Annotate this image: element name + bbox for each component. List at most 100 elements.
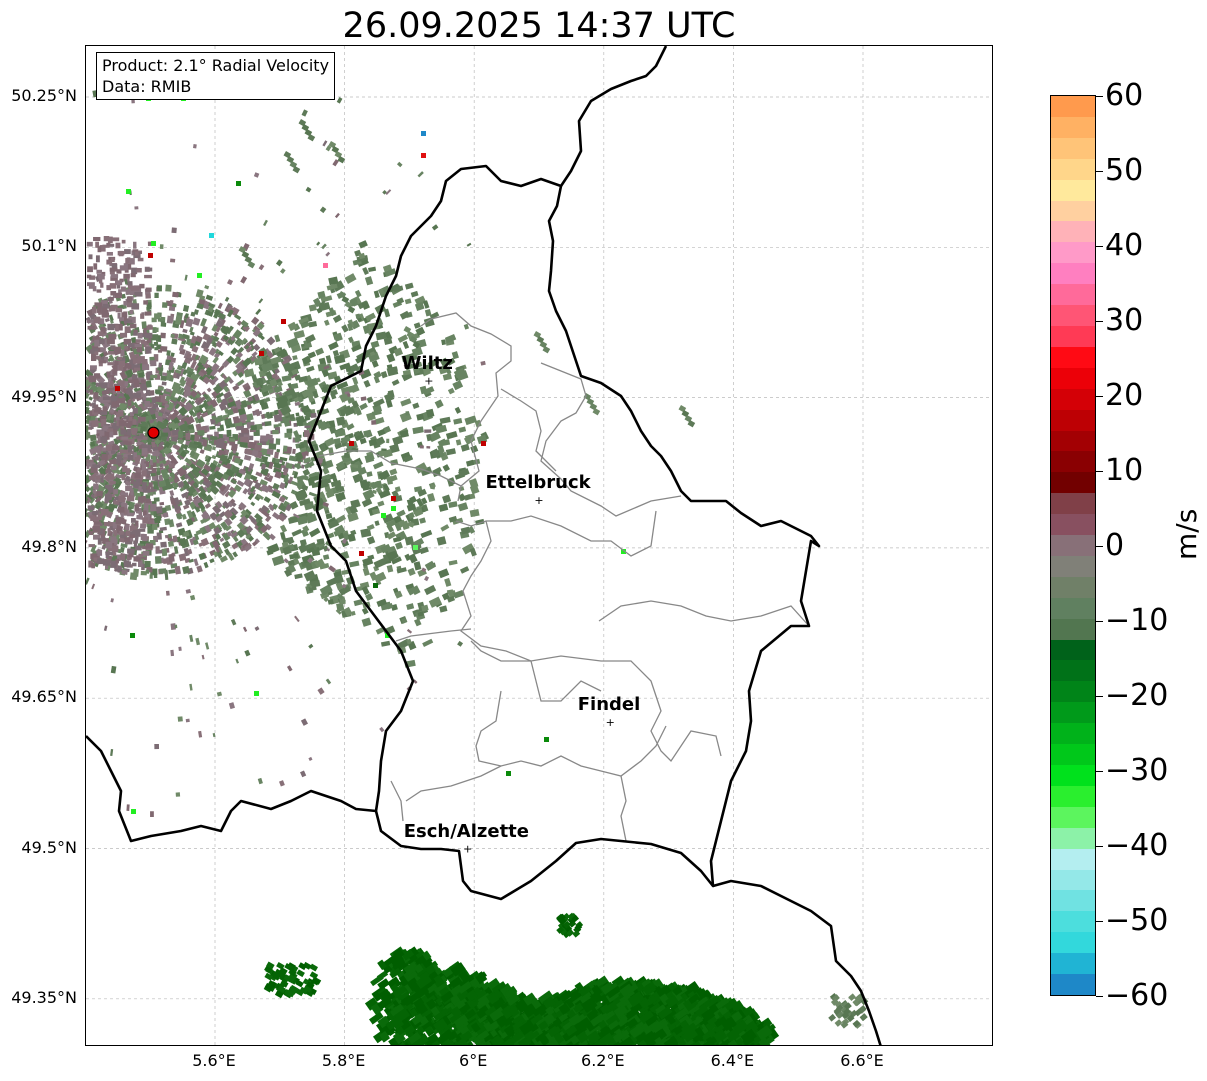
velocity-echo	[431, 224, 439, 231]
velocity-echo	[154, 292, 159, 298]
velocity-echo	[373, 583, 378, 588]
velocity-echo	[127, 428, 132, 436]
velocity-echo	[417, 171, 424, 178]
radar-echo-layer	[86, 56, 869, 1045]
velocity-echo	[506, 771, 511, 776]
velocity-echo	[258, 298, 264, 304]
velocity-echo	[294, 573, 303, 580]
velocity-echo	[123, 300, 128, 306]
velocity-echo	[120, 429, 127, 435]
velocity-echo	[145, 287, 152, 292]
velocity-echo	[113, 489, 118, 495]
velocity-echo	[154, 347, 159, 351]
velocity-echo	[141, 470, 147, 477]
velocity-echo	[336, 97, 343, 104]
velocity-echo	[168, 569, 176, 574]
velocity-echo	[165, 590, 170, 596]
velocity-echo	[123, 273, 130, 279]
velocity-echo	[448, 559, 458, 566]
radar-map[interactable]: + + + + Product: 2.1° Radial Velocity Data:…	[85, 45, 993, 1046]
velocity-echo	[441, 339, 447, 346]
velocity-echo	[112, 545, 119, 552]
velocity-echo	[138, 445, 142, 449]
velocity-echo	[91, 306, 97, 314]
velocity-echo	[107, 428, 111, 432]
velocity-echo	[132, 357, 141, 364]
velocity-echo	[124, 345, 129, 350]
velocity-echo	[226, 429, 232, 437]
velocity-echo	[386, 438, 390, 444]
velocity-echo	[413, 322, 421, 329]
velocity-echo	[413, 561, 422, 571]
velocity-echo	[278, 423, 282, 427]
velocity-echo	[121, 239, 126, 244]
velocity-echo	[128, 379, 134, 384]
velocity-echo	[455, 439, 462, 446]
velocity-echo	[140, 313, 145, 319]
velocity-echo	[209, 233, 214, 238]
velocity-echo	[131, 809, 136, 814]
velocity-echo	[125, 524, 130, 530]
velocity-echo	[126, 319, 133, 323]
velocity-echo	[185, 432, 191, 440]
velocity-echo	[464, 415, 477, 426]
velocity-echo	[332, 314, 343, 324]
velocity-echo	[89, 365, 97, 370]
velocity-echo	[217, 427, 222, 432]
velocity-echo	[453, 417, 463, 425]
velocity-echo	[197, 273, 202, 278]
velocity-echo	[115, 386, 120, 391]
velocity-echo	[160, 332, 166, 339]
velocity-echo	[125, 289, 131, 295]
velocity-echo	[170, 258, 176, 263]
velocity-echo	[292, 448, 296, 455]
velocity-echo	[133, 332, 138, 336]
velocity-echo	[91, 562, 95, 569]
velocity-echo	[123, 415, 129, 420]
velocity-echo	[108, 469, 112, 475]
velocity-echo	[361, 617, 372, 627]
velocity-echo	[126, 296, 132, 303]
velocity-echo	[172, 291, 179, 298]
velocity-echo	[142, 489, 151, 493]
velocity-echo	[308, 643, 314, 649]
velocity-echo	[208, 440, 213, 444]
velocity-echo	[110, 598, 114, 603]
velocity-echo	[381, 448, 387, 451]
velocity-echo	[282, 445, 288, 452]
velocity-echo	[260, 435, 269, 442]
velocity-echo	[96, 269, 103, 274]
velocity-echo	[275, 438, 281, 445]
velocity-echo	[445, 430, 458, 440]
velocity-echo	[280, 268, 286, 274]
velocity-echo	[308, 491, 317, 497]
velocity-echo	[123, 560, 130, 568]
velocity-echo	[92, 286, 97, 292]
velocity-echo	[145, 569, 150, 574]
velocity-echo	[400, 398, 412, 407]
velocity-echo	[104, 498, 109, 504]
velocity-echo	[232, 416, 240, 424]
velocity-echo	[143, 510, 147, 516]
velocity-echo	[193, 144, 197, 149]
velocity-echo	[121, 474, 126, 481]
velocity-echo	[134, 504, 140, 511]
velocity-echo	[155, 407, 160, 412]
velocity-echo	[106, 242, 111, 246]
velocity-echo	[368, 266, 377, 272]
velocity-echo	[126, 189, 131, 194]
velocity-echo	[99, 431, 105, 436]
velocity-echo	[469, 547, 477, 557]
velocity-echo	[86, 577, 90, 585]
velocity-echo	[421, 131, 426, 136]
velocity-echo	[123, 453, 128, 457]
velocity-echo	[452, 380, 464, 391]
velocity-echo	[107, 323, 115, 331]
velocity-echo	[155, 546, 160, 553]
velocity-echo	[134, 472, 141, 479]
velocity-echo	[133, 540, 137, 545]
velocity-echo	[131, 99, 135, 104]
velocity-echo	[110, 274, 119, 279]
velocity-echo	[243, 454, 252, 461]
velocity-echo	[211, 446, 216, 451]
